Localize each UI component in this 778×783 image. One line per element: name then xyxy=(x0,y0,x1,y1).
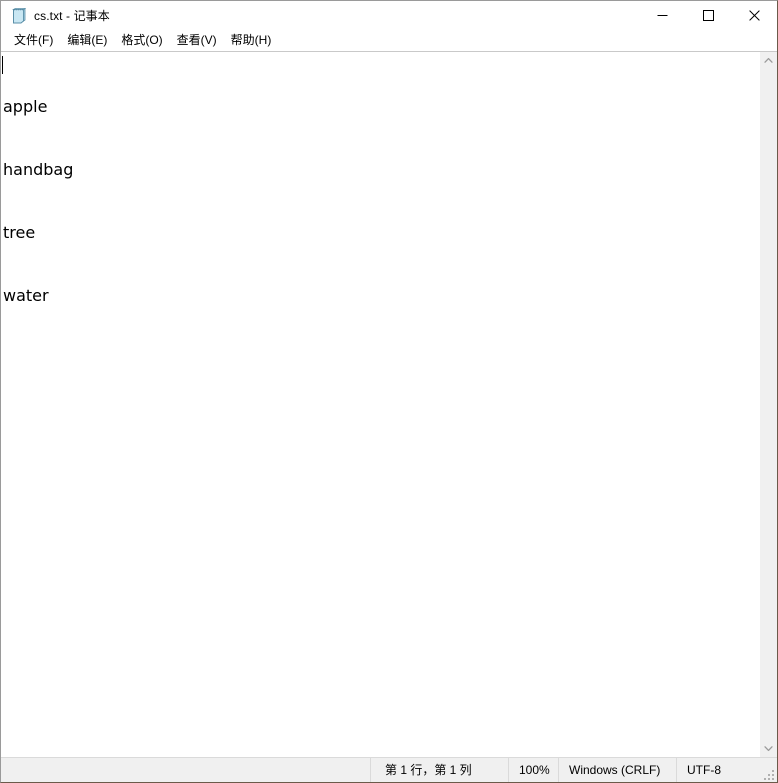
menu-format[interactable]: 格式(O) xyxy=(114,31,169,50)
window-controls xyxy=(639,1,777,30)
minimize-icon xyxy=(657,15,667,16)
status-bar: 第 1 行，第 1 列 100% Windows (CRLF) UTF-8 xyxy=(1,757,777,782)
text-line: water xyxy=(3,286,49,305)
resize-grip-icon[interactable] xyxy=(762,768,775,781)
vertical-scrollbar[interactable] xyxy=(759,52,777,757)
text-content: apple handbag tree water xyxy=(3,54,759,348)
menu-file[interactable]: 文件(F) xyxy=(7,31,60,50)
maximize-icon xyxy=(702,10,714,21)
title-bar-left: cs.txt - 记事本 xyxy=(1,7,110,24)
scroll-up-button[interactable] xyxy=(760,52,777,69)
scrollbar-track[interactable] xyxy=(760,69,777,740)
status-line-ending[interactable]: Windows (CRLF) xyxy=(559,758,677,782)
notepad-window: cs.txt - 记事本 文件(F) 编辑(E) 格式(O) 查看(V) 帮助(… xyxy=(0,0,778,783)
text-line: handbag xyxy=(3,160,74,179)
menu-bar: 文件(F) 编辑(E) 格式(O) 查看(V) 帮助(H) xyxy=(1,30,777,51)
status-zoom-level[interactable]: 100% xyxy=(509,758,559,782)
chevron-up-icon xyxy=(764,57,773,63)
text-line: tree xyxy=(3,223,36,242)
menu-help[interactable]: 帮助(H) xyxy=(224,31,279,50)
window-title: cs.txt - 记事本 xyxy=(34,9,110,23)
close-icon xyxy=(748,10,760,21)
status-bar-spacer xyxy=(1,758,371,782)
maximize-button[interactable] xyxy=(685,1,731,30)
status-line-column: 第 1 行，第 1 列 xyxy=(371,758,509,782)
text-line: apple xyxy=(3,97,48,116)
close-button[interactable] xyxy=(731,1,777,30)
scroll-down-button[interactable] xyxy=(760,740,777,757)
notepad-icon xyxy=(10,7,26,24)
editor-region: apple handbag tree water xyxy=(1,51,777,757)
minimize-button[interactable] xyxy=(639,1,685,30)
text-editor[interactable]: apple handbag tree water xyxy=(1,52,759,757)
title-bar[interactable]: cs.txt - 记事本 xyxy=(1,1,777,30)
menu-edit[interactable]: 编辑(E) xyxy=(60,31,114,50)
menu-view[interactable]: 查看(V) xyxy=(170,31,224,50)
chevron-down-icon xyxy=(764,746,773,752)
